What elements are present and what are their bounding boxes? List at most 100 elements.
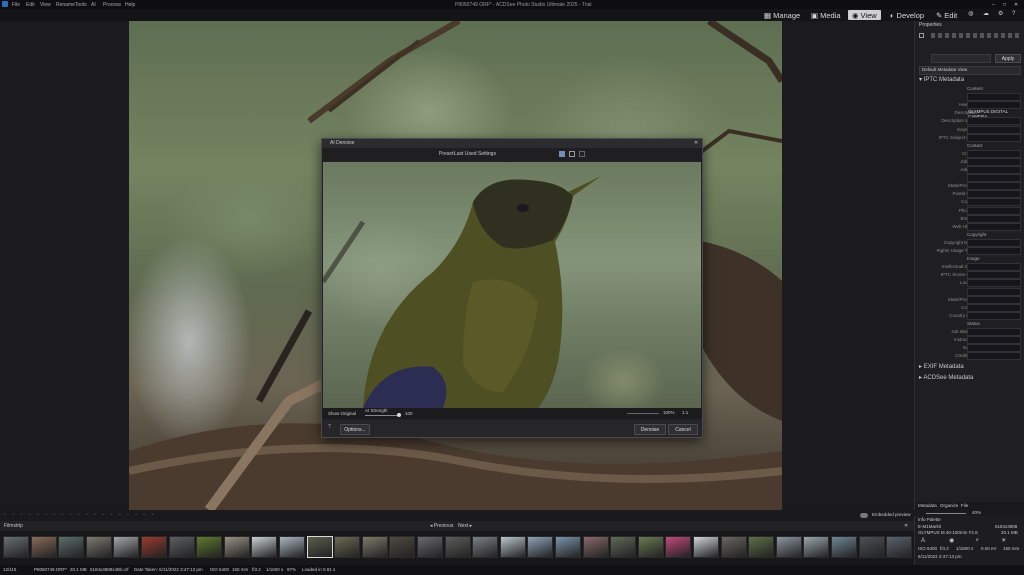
- strength-slider-handle[interactable]: [397, 413, 401, 417]
- filmstrip-thumbnail[interactable]: [831, 536, 857, 558]
- fit-icon[interactable]: ◦: [53, 513, 55, 518]
- filmstrip-thumbnail[interactable]: [775, 536, 802, 558]
- iptc-field-input[interactable]: [967, 101, 1021, 110]
- single-view-icon[interactable]: [559, 151, 565, 157]
- filmstrip-thumbnail[interactable]: [472, 536, 499, 558]
- menu-edit[interactable]: Edit: [26, 2, 35, 8]
- zoom-slider[interactable]: [627, 413, 659, 414]
- menu-process[interactable]: Process: [103, 2, 121, 8]
- dialog-close-icon[interactable]: ✕: [694, 141, 698, 146]
- settings-icon[interactable]: ◦: [152, 513, 154, 518]
- zoom-out-icon[interactable]: ◦: [70, 513, 72, 518]
- crop-icon[interactable]: ◦: [45, 513, 47, 518]
- strength-slider[interactable]: [365, 415, 399, 416]
- undo-icon[interactable]: ◦: [20, 513, 22, 518]
- iptc-field-input[interactable]: [967, 149, 1021, 158]
- filmstrip-thumbnail[interactable]: [113, 536, 140, 558]
- filmstrip-thumbnail[interactable]: [30, 536, 57, 558]
- iptc-field-input[interactable]: [967, 133, 1021, 142]
- menu-file[interactable]: File: [12, 2, 20, 8]
- maximize-button[interactable]: □: [1003, 2, 1006, 8]
- iptc-field-input[interactable]: [967, 93, 1021, 102]
- close-button[interactable]: ✕: [1014, 2, 1018, 8]
- iptc-field-input[interactable]: [967, 206, 1021, 215]
- filmstrip-thumbnail[interactable]: [499, 536, 526, 558]
- iptc-field-input[interactable]: [967, 157, 1021, 166]
- iptc-field-input[interactable]: [967, 303, 1021, 312]
- filmstrip-close-icon[interactable]: ✕: [904, 524, 908, 529]
- denoise-button[interactable]: Denoise: [634, 424, 666, 435]
- mode-manage[interactable]: ▦ Manage: [764, 10, 800, 20]
- iptc-field-input[interactable]: [967, 344, 1021, 353]
- filmstrip-thumbnail[interactable]: [251, 536, 278, 558]
- filmstrip-thumbnail[interactable]: [196, 536, 223, 558]
- rotate-left-icon[interactable]: ◦: [4, 513, 6, 518]
- filmstrip-thumbnail[interactable]: [141, 536, 167, 558]
- iptc-field-input[interactable]: [967, 166, 1021, 174]
- compare-icon[interactable]: ◦: [86, 513, 88, 518]
- filmstrip-thumbnail[interactable]: [3, 536, 29, 558]
- help-icon[interactable]: ?: [1012, 11, 1015, 17]
- menu-help[interactable]: Help: [125, 2, 135, 8]
- previous-button[interactable]: ◂ Previous: [430, 524, 453, 529]
- filmstrip-thumbnail[interactable]: [444, 536, 471, 558]
- iptc-field-input[interactable]: [967, 198, 1021, 207]
- info-icon[interactable]: ◦: [135, 513, 137, 518]
- filmstrip-thumbnail[interactable]: [858, 536, 885, 558]
- settings-icon[interactable]: ⚙: [998, 11, 1003, 17]
- iptc-field-input[interactable]: [967, 311, 1021, 320]
- tab-metadata[interactable]: Metadata: [918, 503, 937, 509]
- minimize-button[interactable]: –: [992, 2, 995, 8]
- tab-organize[interactable]: Organize: [940, 503, 958, 509]
- iptc-field-input[interactable]: [967, 214, 1021, 223]
- metadata-preset-dropdown[interactable]: [931, 54, 991, 63]
- filmstrip-thumbnail[interactable]: [665, 536, 692, 558]
- side-by-side-icon[interactable]: [579, 151, 585, 157]
- menu-rename[interactable]: Rename: [56, 2, 75, 8]
- share-icon[interactable]: ◦: [127, 513, 129, 518]
- mode-view[interactable]: ◉ View: [848, 10, 881, 20]
- embedded-preview-toggle[interactable]: [860, 513, 868, 518]
- denoise-preview[interactable]: [323, 162, 701, 408]
- apply-button[interactable]: Apply: [995, 54, 1021, 63]
- iptc-field-input[interactable]: [967, 295, 1021, 304]
- filmstrip-thumbnail[interactable]: [417, 536, 443, 558]
- filmstrip-thumbnail[interactable]: [886, 536, 913, 558]
- split-view-icon[interactable]: [569, 151, 575, 157]
- filmstrip-thumbnail[interactable]: [223, 536, 250, 558]
- menu-view[interactable]: View: [40, 2, 51, 8]
- filmstrip-thumbnail[interactable]: [306, 536, 333, 558]
- acdsee-section-header[interactable]: ▸ ACDSee Metadata: [919, 374, 973, 381]
- globe-icon[interactable]: ◍: [968, 11, 973, 17]
- delete-icon[interactable]: ◦: [143, 513, 145, 518]
- iptc-field-input[interactable]: [967, 190, 1021, 199]
- rotate-right-icon[interactable]: ◦: [12, 513, 14, 518]
- iptc-field-input[interactable]: [967, 328, 1021, 336]
- menu-ai[interactable]: AI: [91, 2, 96, 8]
- mode-develop[interactable]: ◐ Develop: [890, 10, 924, 20]
- filmstrip-thumbnail[interactable]: [555, 536, 581, 558]
- iptc-section-header[interactable]: ▾ IPTC Metadata: [919, 76, 964, 83]
- next-button[interactable]: Next ▸: [458, 524, 472, 529]
- filmstrip-thumbnail[interactable]: [334, 536, 361, 558]
- grid-icon[interactable]: ◦: [37, 513, 39, 518]
- filmstrip-thumbnail[interactable]: [610, 536, 637, 558]
- iptc-field-input[interactable]: [967, 287, 1021, 296]
- iptc-field-input[interactable]: [967, 174, 1021, 183]
- tag-icon[interactable]: ◦: [102, 513, 104, 518]
- filmstrip-thumbnail[interactable]: [527, 536, 554, 558]
- filmstrip-thumbnail[interactable]: [361, 536, 388, 558]
- filmstrip-thumbnail[interactable]: [168, 536, 195, 558]
- color-label-icon[interactable]: ◦: [111, 513, 113, 518]
- help-circle-icon[interactable]: ?: [328, 425, 331, 430]
- zoom-in-icon[interactable]: ◦: [61, 513, 63, 518]
- iptc-field-input[interactable]: [967, 263, 1021, 272]
- iptc-field-input[interactable]: [967, 238, 1021, 247]
- fullscreen-icon[interactable]: ◦: [78, 513, 80, 518]
- mode-edit[interactable]: ✎ Edit: [936, 10, 957, 20]
- filmstrip-thumbnail[interactable]: [693, 536, 719, 558]
- zoom-fit[interactable]: 1:1: [682, 410, 688, 416]
- iptc-field-input[interactable]: [967, 125, 1021, 134]
- filmstrip-thumbnail[interactable]: [803, 536, 830, 558]
- menu-tools[interactable]: Tools: [75, 2, 87, 8]
